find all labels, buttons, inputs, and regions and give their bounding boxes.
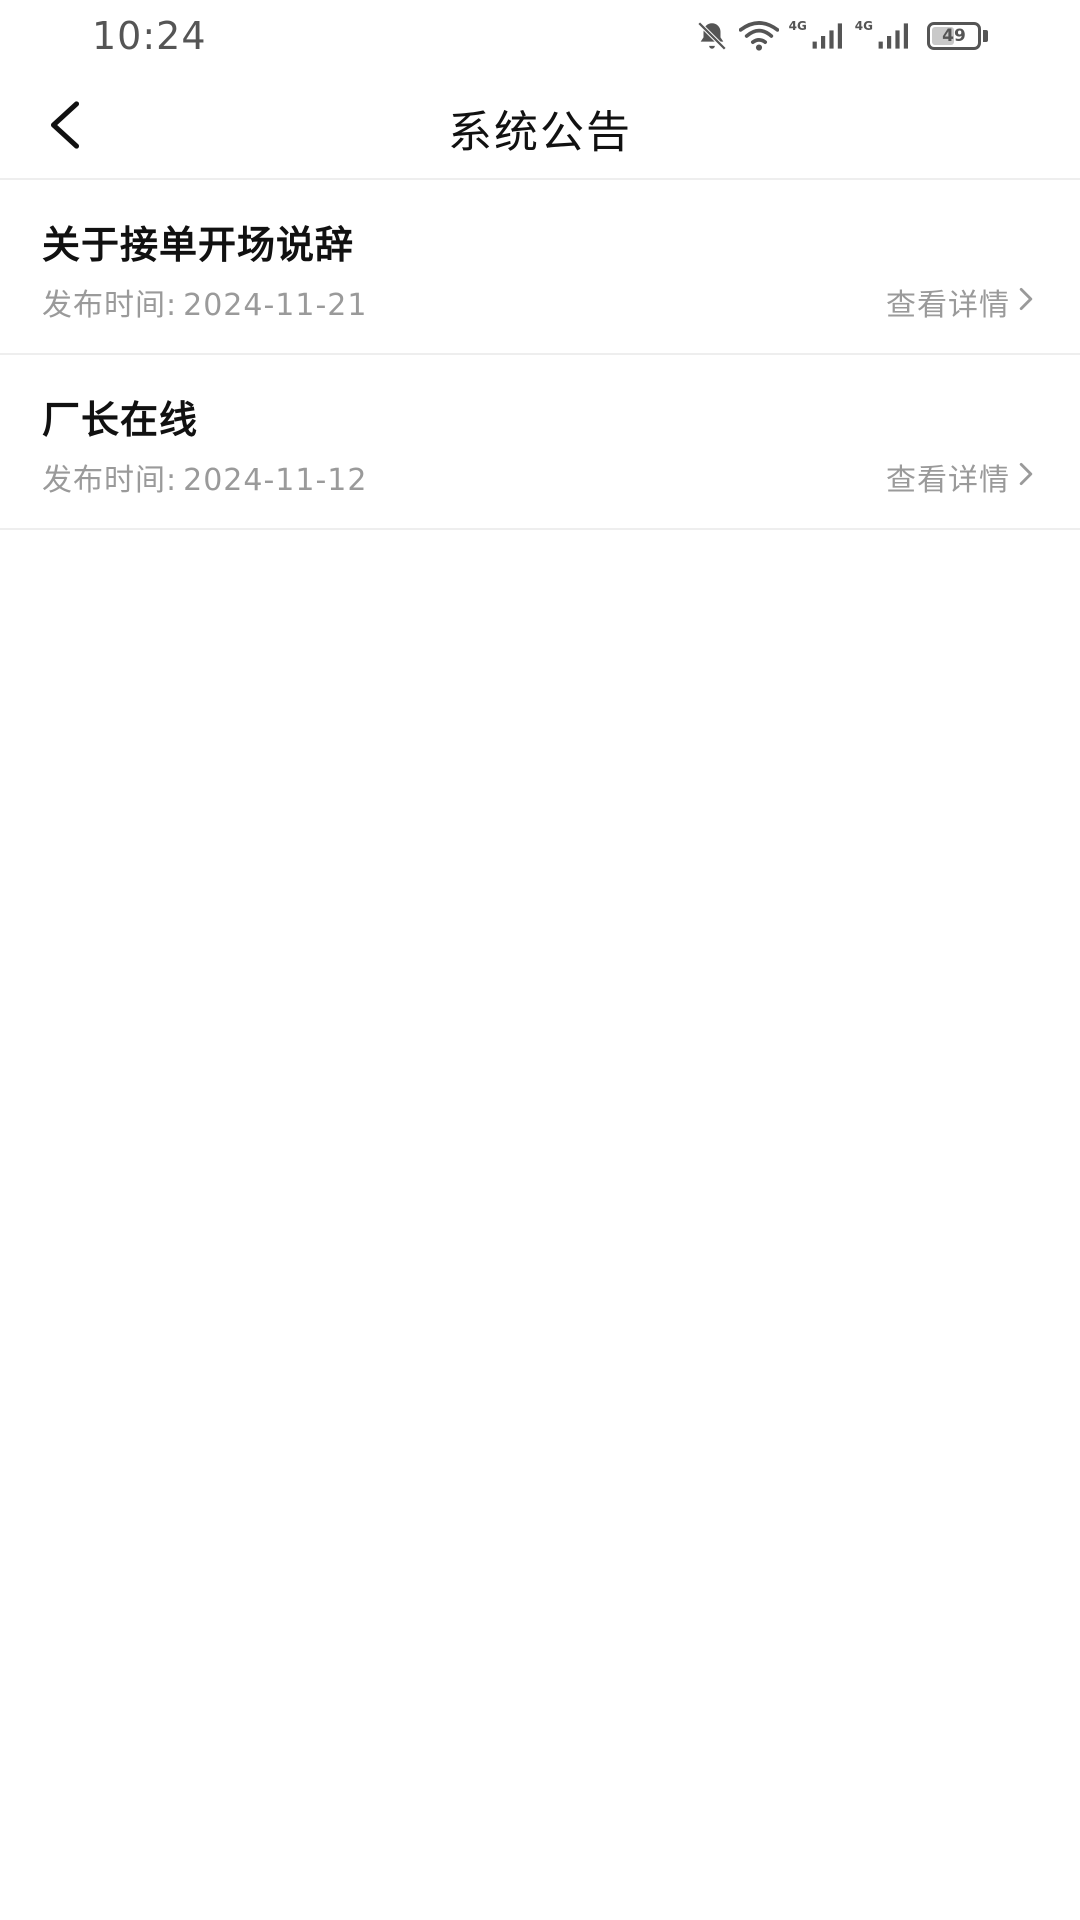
notice-meta: 发布时间: 2024-11-12 bbox=[42, 455, 367, 499]
publish-time-label: 发布时间: bbox=[42, 288, 178, 323]
status-time: 10:24 bbox=[92, 14, 207, 58]
notice-item[interactable]: 厂长在线 发布时间: 2024-11-12 查看详情 bbox=[0, 355, 1080, 530]
notice-meta: 发布时间: 2024-11-21 bbox=[42, 280, 367, 324]
battery-cap bbox=[983, 30, 988, 42]
status-icons: 4G 4G 49 bbox=[695, 16, 988, 56]
bell-muted-icon bbox=[695, 19, 729, 53]
notice-list: 关于接单开场说辞 发布时间: 2024-11-21 查看详情 厂长在线 发布时间:… bbox=[0, 180, 1080, 530]
view-details-label: 查看详情 bbox=[886, 463, 1010, 498]
chevron-right-icon bbox=[1018, 460, 1034, 495]
publish-date: 2024-11-12 bbox=[183, 463, 368, 498]
notice-title: 厂长在线 bbox=[42, 398, 199, 442]
notice-item[interactable]: 关于接单开场说辞 发布时间: 2024-11-21 查看详情 bbox=[0, 180, 1080, 355]
view-details-link[interactable]: 查看详情 bbox=[886, 455, 1034, 499]
status-bar: 10:24 4G 4G 49 bbox=[0, 0, 1080, 70]
publish-time-label: 发布时间: bbox=[42, 463, 178, 498]
battery-icon: 49 bbox=[927, 22, 981, 50]
battery-level-text: 49 bbox=[942, 26, 966, 46]
network-type-label-2: 4G bbox=[854, 19, 873, 33]
signal-icon-2 bbox=[877, 22, 911, 50]
view-details-link[interactable]: 查看详情 bbox=[886, 280, 1034, 324]
notice-title: 关于接单开场说辞 bbox=[42, 223, 355, 267]
view-details-label: 查看详情 bbox=[886, 288, 1010, 323]
signal-icon bbox=[811, 22, 845, 50]
page-title: 系统公告 bbox=[448, 107, 632, 158]
wifi-icon bbox=[738, 20, 779, 52]
nav-bar: 系统公告 bbox=[0, 70, 1080, 180]
chevron-right-icon bbox=[1018, 285, 1034, 320]
publish-date: 2024-11-21 bbox=[183, 288, 368, 323]
network-type-label: 4G bbox=[788, 19, 807, 33]
